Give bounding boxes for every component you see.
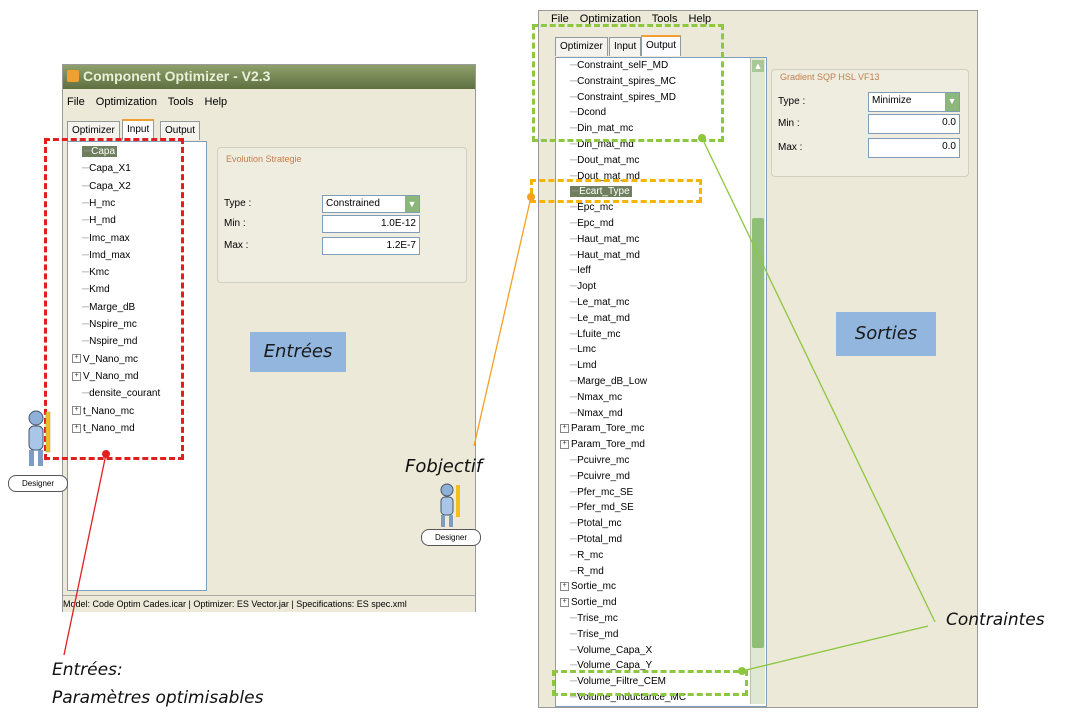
fobjectif-label: Fobjectif: [405, 456, 483, 477]
green-pointer-dot-bottom: [738, 667, 746, 675]
designer-icon-right: Designer: [421, 482, 481, 546]
designer-label: Designer: [421, 529, 481, 546]
designer-figure-icon: [28, 410, 51, 466]
green-pointer-line-top: [701, 137, 936, 623]
annotation-lines: [63, 134, 936, 675]
entrees-caption-line2: Paramètres optimisables: [52, 688, 264, 708]
orange-pointer-dot: [527, 193, 535, 201]
contraintes-label: Contraintes: [946, 610, 1045, 630]
green-pointer-dot-top: [698, 134, 706, 142]
entrees-label-box: Entrées: [250, 332, 346, 372]
orange-pointer-line: [473, 196, 532, 447]
green-pointer-line-bottom: [741, 625, 929, 672]
designer-icon-left: Designer: [8, 408, 68, 492]
designer-label: Designer: [8, 475, 68, 492]
red-pointer-line: [63, 453, 107, 656]
red-pointer-dot: [102, 450, 110, 458]
sorties-label-box: Sorties: [836, 312, 936, 356]
entrees-caption-line1: Entrées:: [52, 660, 123, 680]
designer-figure-icon: [440, 483, 460, 527]
